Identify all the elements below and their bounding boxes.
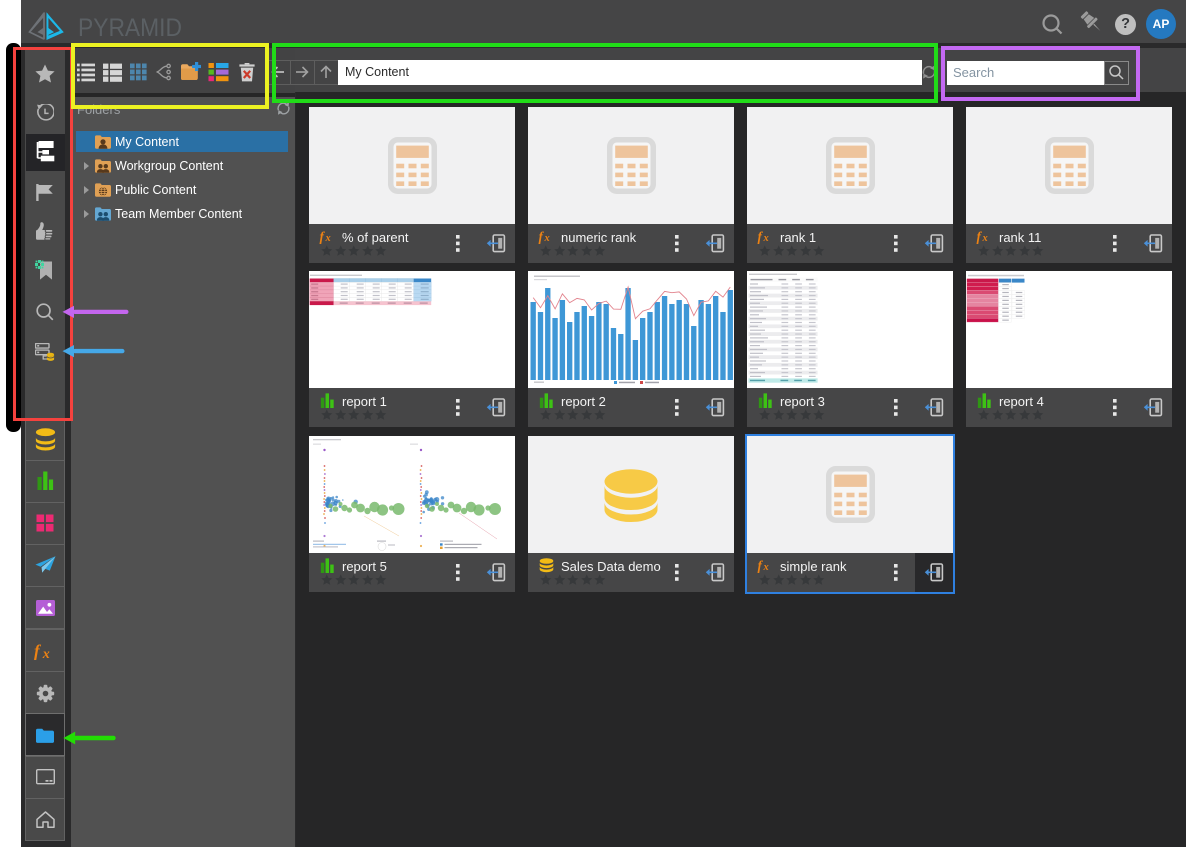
- svg-text:x: x: [42, 647, 50, 661]
- svg-text:f: f: [34, 642, 42, 661]
- svg-text:PYRAMID: PYRAMID: [78, 14, 182, 42]
